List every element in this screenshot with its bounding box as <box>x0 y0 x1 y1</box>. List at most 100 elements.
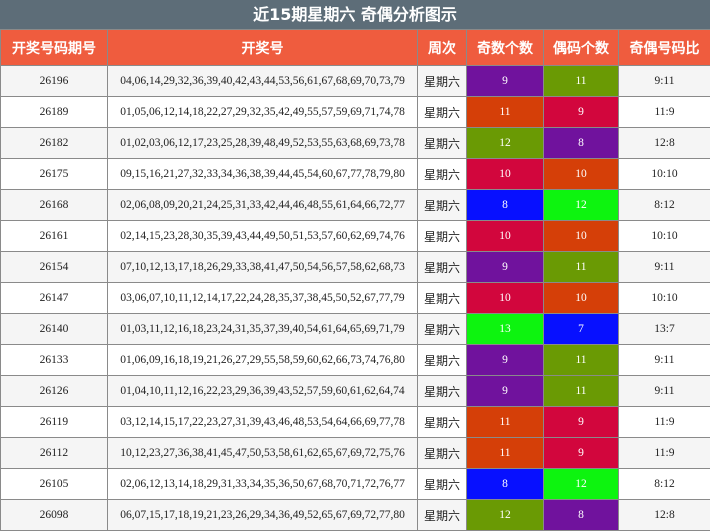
odd-count-cell: 12 <box>467 128 544 159</box>
ratio-cell: 12:8 <box>619 500 710 531</box>
even-count-cell: 10 <box>544 283 619 314</box>
numbers-cell: 09,15,16,21,27,32,33,34,36,38,39,44,45,5… <box>108 159 418 190</box>
issue-cell: 26119 <box>1 407 108 438</box>
even-count-cell: 11 <box>544 376 619 407</box>
table-row: 2614001,03,11,12,16,18,23,24,31,35,37,39… <box>1 314 710 345</box>
ratio-cell: 10:10 <box>619 159 710 190</box>
odd-count-cell: 10 <box>467 283 544 314</box>
odd-count-cell: 8 <box>467 190 544 221</box>
ratio-cell: 11:9 <box>619 97 710 128</box>
odd-count-cell: 12 <box>467 500 544 531</box>
even-count-cell: 9 <box>544 97 619 128</box>
issue-cell: 26161 <box>1 221 108 252</box>
week-cell: 星期六 <box>418 469 467 500</box>
numbers-cell: 04,06,14,29,32,36,39,40,42,43,44,53,56,6… <box>108 66 418 97</box>
week-cell: 星期六 <box>418 97 467 128</box>
ratio-cell: 9:11 <box>619 345 710 376</box>
table-row: 2614703,06,07,10,11,12,14,17,22,24,28,35… <box>1 283 710 314</box>
table-row: 2616102,14,15,23,28,30,35,39,43,44,49,50… <box>1 221 710 252</box>
numbers-cell: 01,05,06,12,14,18,22,27,29,32,35,42,49,5… <box>108 97 418 128</box>
odd-count-cell: 10 <box>467 221 544 252</box>
issue-cell: 26112 <box>1 438 108 469</box>
table-row: 2610502,06,12,13,14,18,29,31,33,34,35,36… <box>1 469 710 500</box>
table-body: 2619604,06,14,29,32,36,39,40,42,43,44,53… <box>1 66 710 531</box>
issue-cell: 26098 <box>1 500 108 531</box>
ratio-cell: 10:10 <box>619 221 710 252</box>
issue-cell: 26168 <box>1 190 108 221</box>
header-ratio: 奇偶号码比 <box>619 30 710 66</box>
ratio-cell: 13:7 <box>619 314 710 345</box>
week-cell: 星期六 <box>418 438 467 469</box>
ratio-cell: 12:8 <box>619 128 710 159</box>
header-even-count: 偶码个数 <box>544 30 619 66</box>
header-odd-count: 奇数个数 <box>467 30 544 66</box>
ratio-cell: 8:12 <box>619 469 710 500</box>
numbers-cell: 01,04,10,11,12,16,22,23,29,36,39,43,52,5… <box>108 376 418 407</box>
numbers-cell: 03,06,07,10,11,12,14,17,22,24,28,35,37,3… <box>108 283 418 314</box>
week-cell: 星期六 <box>418 314 467 345</box>
odd-count-cell: 9 <box>467 376 544 407</box>
table-row: 2609806,07,15,17,18,19,21,23,26,29,34,36… <box>1 500 710 531</box>
odd-count-cell: 9 <box>467 66 544 97</box>
table-row: 2613301,06,09,16,18,19,21,26,27,29,55,58… <box>1 345 710 376</box>
issue-cell: 26189 <box>1 97 108 128</box>
issue-cell: 26105 <box>1 469 108 500</box>
odd-count-cell: 9 <box>467 345 544 376</box>
ratio-cell: 9:11 <box>619 376 710 407</box>
ratio-cell: 9:11 <box>619 66 710 97</box>
numbers-cell: 03,12,14,15,17,22,23,27,31,39,43,46,48,5… <box>108 407 418 438</box>
numbers-cell: 10,12,23,27,36,38,41,45,47,50,53,58,61,6… <box>108 438 418 469</box>
odd-count-cell: 9 <box>467 252 544 283</box>
even-count-cell: 9 <box>544 438 619 469</box>
table-row: 2619604,06,14,29,32,36,39,40,42,43,44,53… <box>1 66 710 97</box>
even-count-cell: 12 <box>544 469 619 500</box>
odd-count-cell: 11 <box>467 407 544 438</box>
table-row: 2615407,10,12,13,17,18,26,29,33,38,41,47… <box>1 252 710 283</box>
even-count-cell: 11 <box>544 345 619 376</box>
week-cell: 星期六 <box>418 128 467 159</box>
issue-cell: 26140 <box>1 314 108 345</box>
table-row: 2617509,15,16,21,27,32,33,34,36,38,39,44… <box>1 159 710 190</box>
issue-cell: 26182 <box>1 128 108 159</box>
page-title: 近15期星期六 奇偶分析图示 <box>0 0 710 29</box>
week-cell: 星期六 <box>418 221 467 252</box>
issue-cell: 26133 <box>1 345 108 376</box>
numbers-cell: 02,14,15,23,28,30,35,39,43,44,49,50,51,5… <box>108 221 418 252</box>
even-count-cell: 10 <box>544 221 619 252</box>
issue-cell: 26196 <box>1 66 108 97</box>
week-cell: 星期六 <box>418 283 467 314</box>
odd-even-analysis-panel: 近15期星期六 奇偶分析图示 开奖号码期号 开奖号 周次 奇数个数 偶码个数 奇… <box>0 0 710 530</box>
header-issue: 开奖号码期号 <box>1 30 108 66</box>
ratio-cell: 10:10 <box>619 283 710 314</box>
week-cell: 星期六 <box>418 376 467 407</box>
even-count-cell: 10 <box>544 159 619 190</box>
week-cell: 星期六 <box>418 345 467 376</box>
odd-count-cell: 11 <box>467 438 544 469</box>
even-count-cell: 8 <box>544 500 619 531</box>
even-count-cell: 11 <box>544 252 619 283</box>
odd-count-cell: 10 <box>467 159 544 190</box>
issue-cell: 26147 <box>1 283 108 314</box>
table-row: 2612601,04,10,11,12,16,22,23,29,36,39,43… <box>1 376 710 407</box>
issue-cell: 26154 <box>1 252 108 283</box>
header-row: 开奖号码期号 开奖号 周次 奇数个数 偶码个数 奇偶号码比 <box>1 30 710 66</box>
even-count-cell: 11 <box>544 66 619 97</box>
issue-cell: 26126 <box>1 376 108 407</box>
even-count-cell: 9 <box>544 407 619 438</box>
numbers-cell: 01,03,11,12,16,18,23,24,31,35,37,39,40,5… <box>108 314 418 345</box>
week-cell: 星期六 <box>418 500 467 531</box>
numbers-cell: 07,10,12,13,17,18,26,29,33,38,41,47,50,5… <box>108 252 418 283</box>
ratio-cell: 8:12 <box>619 190 710 221</box>
numbers-cell: 06,07,15,17,18,19,21,23,26,29,34,36,49,5… <box>108 500 418 531</box>
even-count-cell: 7 <box>544 314 619 345</box>
ratio-cell: 9:11 <box>619 252 710 283</box>
week-cell: 星期六 <box>418 407 467 438</box>
table-row: 2611903,12,14,15,17,22,23,27,31,39,43,46… <box>1 407 710 438</box>
header-numbers: 开奖号 <box>108 30 418 66</box>
numbers-cell: 02,06,12,13,14,18,29,31,33,34,35,36,50,6… <box>108 469 418 500</box>
ratio-cell: 11:9 <box>619 407 710 438</box>
week-cell: 星期六 <box>418 66 467 97</box>
table-row: 2618201,02,03,06,12,17,23,25,28,39,48,49… <box>1 128 710 159</box>
odd-even-table: 开奖号码期号 开奖号 周次 奇数个数 偶码个数 奇偶号码比 2619604,06… <box>0 29 710 531</box>
table-row: 2618901,05,06,12,14,18,22,27,29,32,35,42… <box>1 97 710 128</box>
